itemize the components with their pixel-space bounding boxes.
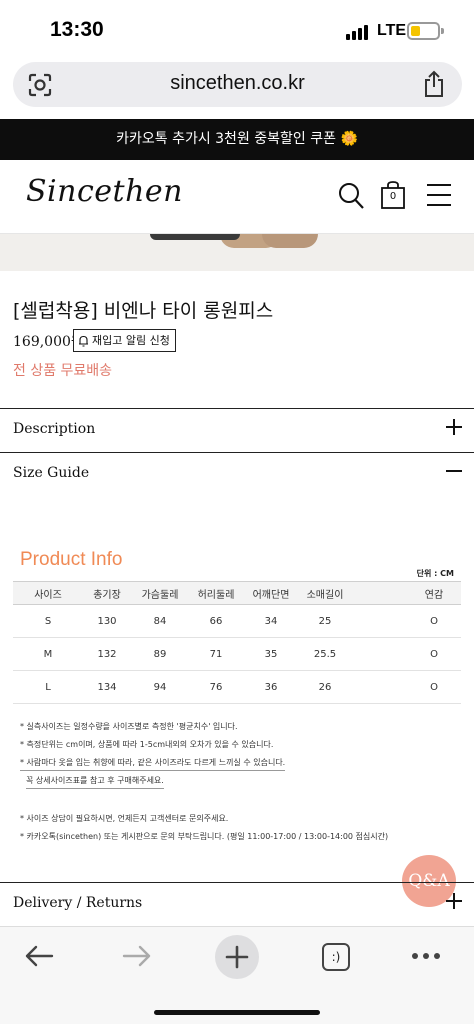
battery-tip: [441, 28, 444, 34]
bell-icon: [79, 335, 88, 347]
minus-icon[interactable]: [446, 463, 462, 479]
table-cell: 76: [189, 670, 243, 704]
table-cell: [351, 604, 407, 638]
delivery-returns-label[interactable]: Delivery / Returns: [13, 895, 142, 911]
table-cell: 35: [243, 637, 299, 671]
table-cell: 130: [83, 604, 131, 638]
table-cell: O: [407, 637, 461, 671]
product-title: [셀럽착용] 비엔나 타이 롱원피스: [13, 300, 274, 322]
table-cell: 84: [131, 604, 189, 638]
header-cell: 허리둘레: [189, 581, 243, 605]
free-shipping-text: 전 상품 무료배송: [13, 363, 113, 379]
status-bar: 13:30 LTE: [0, 0, 474, 60]
description-label[interactable]: Description: [13, 421, 95, 437]
size-guide-label[interactable]: Size Guide: [13, 465, 89, 481]
restock-alert-button[interactable]: 재입고 알림 신청: [73, 329, 176, 352]
site-logo[interactable]: Sincethen: [26, 174, 183, 209]
signal-icon: [346, 24, 372, 40]
search-icon[interactable]: [338, 182, 364, 210]
network-label: LTE: [377, 22, 407, 39]
hamburger-menu-icon[interactable]: [427, 184, 451, 206]
description-accordion[interactable]: Description: [0, 408, 474, 452]
table-cell: [351, 670, 407, 704]
address-bar[interactable]: sincethen.co.kr: [13, 62, 462, 107]
table-cell: 36: [243, 670, 299, 704]
table-cell: 71: [189, 637, 243, 671]
table-cell: O: [407, 604, 461, 638]
table-cell: L: [13, 670, 83, 704]
header-cell: 사이즈: [13, 581, 83, 605]
product-image: [0, 234, 474, 271]
size-note: * 측정단위는 cm이며, 상품에 따라 1-5cm내외의 오차가 있을 수 있…: [20, 740, 274, 749]
url-text[interactable]: sincethen.co.kr: [13, 72, 462, 95]
table-cell: 94: [131, 670, 189, 704]
unit-label: 단위 : CM: [416, 569, 454, 578]
table-cell: [351, 637, 407, 671]
contact-note: * 카카오톡(sincethen) 또는 게시판으로 문의 부탁드립니다. (평…: [20, 832, 389, 841]
table-cell: S: [13, 604, 83, 638]
product-info-title: Product Info: [20, 549, 123, 570]
contact-note: * 사이즈 상담이 필요하시면, 언제든지 고객센터로 문의주세요.: [20, 814, 229, 823]
delivery-returns-accordion[interactable]: Delivery / Returns: [0, 882, 474, 926]
status-time: 13:30: [50, 18, 104, 41]
header-cell: 연감: [407, 581, 461, 605]
table-cell: 134: [83, 670, 131, 704]
promo-banner[interactable]: 카카오톡 추가시 3천원 중복할인 쿠폰 🌼: [0, 119, 474, 160]
table-cell: 132: [83, 637, 131, 671]
size-notes: * 실측사이즈는 일정수량을 사이즈별로 측정한 '평균치수' 입니다. * 측…: [20, 718, 460, 846]
product-image-shadow: [150, 234, 240, 240]
plus-icon[interactable]: [215, 935, 259, 979]
size-guide-accordion[interactable]: Size Guide: [0, 452, 474, 496]
forward-arrow-icon[interactable]: [122, 945, 152, 967]
table-cell: O: [407, 670, 461, 704]
more-icon[interactable]: [412, 953, 440, 961]
header-cell: 어깨단면: [243, 581, 299, 605]
table-cell: 89: [131, 637, 189, 671]
share-icon[interactable]: [422, 70, 446, 98]
table-row: M 132 89 71 35 25.5 O: [13, 637, 461, 671]
table-cell: 34: [243, 604, 299, 638]
table-cell: M: [13, 637, 83, 671]
table-row: L 134 94 76 36 26 O: [13, 670, 461, 704]
tabs-button[interactable]: :): [322, 943, 350, 971]
header-cell: [351, 581, 407, 605]
product-image-shoe: [262, 234, 318, 248]
header-cell: 가슴둘레: [131, 581, 189, 605]
site-header: Sincethen 0: [0, 160, 474, 234]
restock-alert-label[interactable]: 재입고 알림 신청: [92, 330, 170, 351]
plus-icon[interactable]: [446, 419, 462, 435]
header-cell: 소매길이: [299, 581, 351, 605]
back-arrow-icon[interactable]: [24, 945, 54, 967]
size-note: 꼭 상세사이즈표를 참고 후 구매해주세요.: [26, 774, 164, 789]
new-tab-button[interactable]: [215, 935, 259, 979]
cart-count: 0: [389, 191, 397, 202]
table-cell: 25.5: [299, 637, 351, 671]
battery-icon: [407, 22, 440, 40]
header-cell: 총기장: [83, 581, 131, 605]
size-note: * 사람마다 옷을 입는 취향에 따라, 같은 사이즈라도 다르게 느끼실 수 …: [20, 756, 286, 771]
size-note: * 실측사이즈는 일정수량을 사이즈별로 측정한 '평균치수' 입니다.: [20, 722, 238, 731]
size-table-header: 사이즈 총기장 가슴둘레 허리둘레 어깨단면 소매길이 연감: [13, 581, 461, 605]
home-indicator: [154, 1010, 320, 1015]
table-cell: 25: [299, 604, 351, 638]
table-cell: 66: [189, 604, 243, 638]
size-table: 사이즈 총기장 가슴둘레 허리둘레 어깨단면 소매길이 연감 S 130 84 …: [13, 581, 461, 704]
plus-icon[interactable]: [446, 893, 462, 909]
table-row: S 130 84 66 34 25 O: [13, 604, 461, 638]
table-cell: 26: [299, 670, 351, 704]
